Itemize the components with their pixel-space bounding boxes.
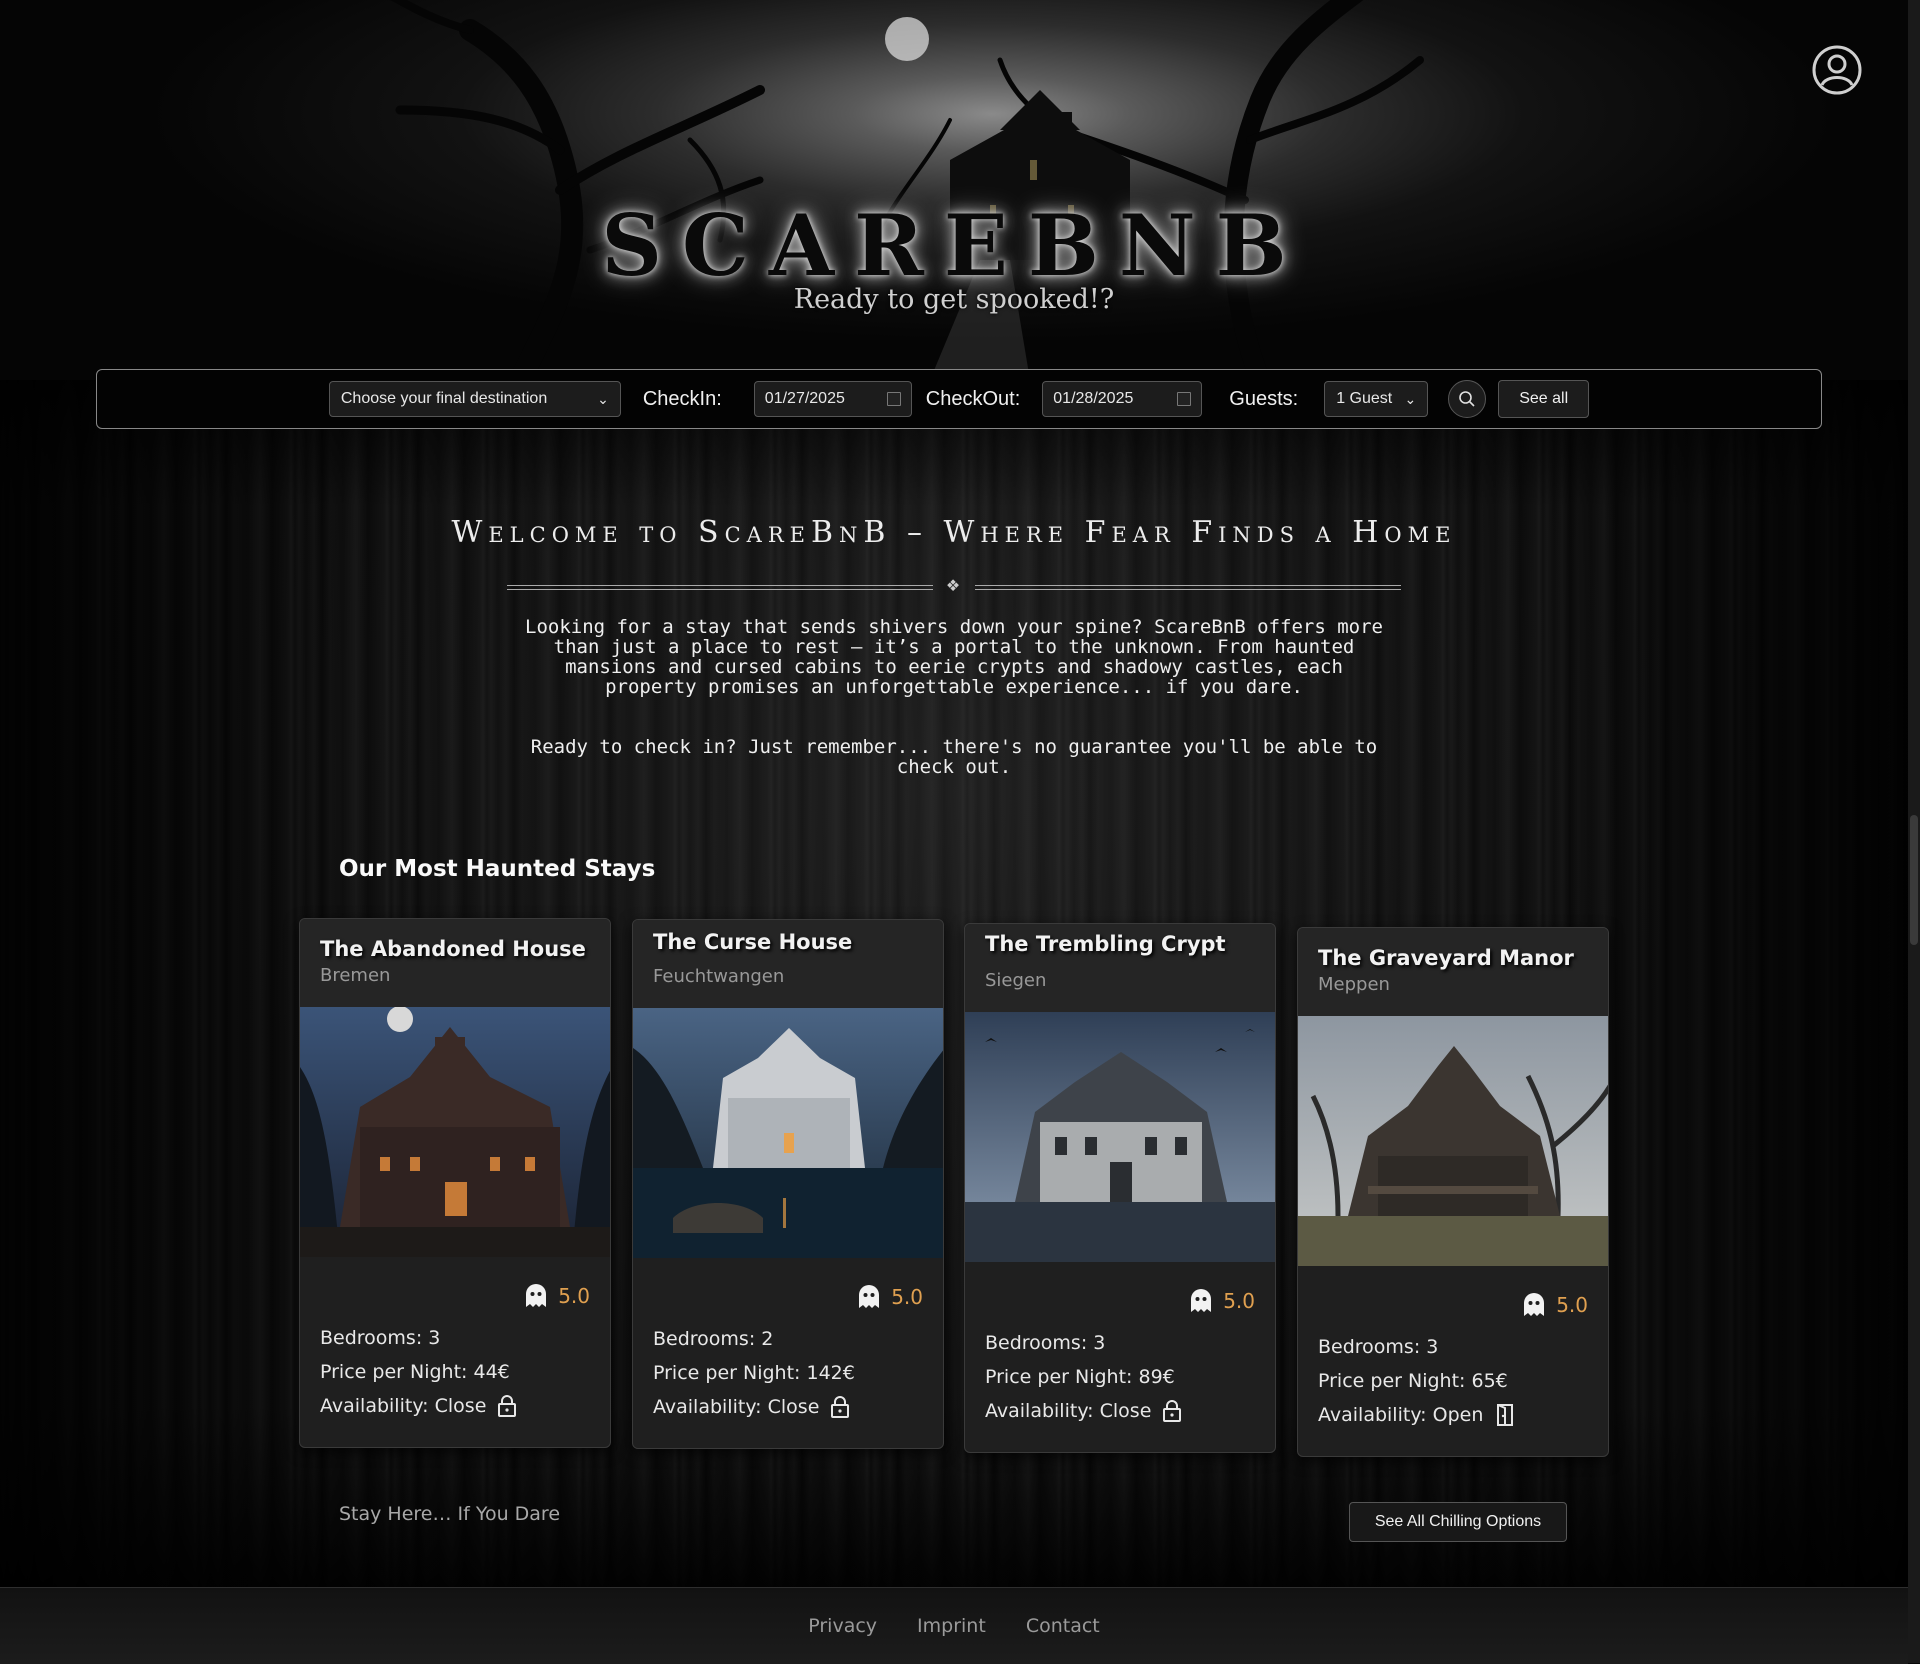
property-card[interactable]: The Abandoned House Bremen 5.0 Bedrooms:… — [299, 918, 611, 1448]
page-scrollbar[interactable] — [1908, 0, 1920, 1663]
rating: 5.0 — [1189, 1288, 1255, 1314]
availability: Availability: Close — [985, 1400, 1182, 1422]
search-bar: Choose your final destination ⌄ CheckIn:… — [96, 369, 1822, 429]
checkout-date-value: 01/28/2025 — [1053, 390, 1134, 407]
welcome-heading: Welcome to ScareBnB – Where Fear Finds a… — [451, 515, 1457, 550]
property-card[interactable]: The Graveyard Manor Meppen 5.0 Bedrooms:… — [1297, 927, 1609, 1457]
site-tagline: Ready to get spooked!? — [793, 284, 1115, 315]
price-per-night: Price per Night: 65€ — [1318, 1370, 1508, 1392]
scrollbar-thumb[interactable] — [1910, 815, 1918, 945]
bedrooms: Bedrooms: 3 — [320, 1327, 441, 1349]
checkout-date-field[interactable]: 01/28/2025 — [1042, 381, 1203, 417]
calendar-icon[interactable] — [1177, 392, 1192, 406]
destination-select-value: Choose your final destination — [340, 390, 548, 407]
haunted-forest-illustration — [390, 0, 1424, 380]
user-account-icon[interactable] — [1811, 44, 1863, 96]
availability-text: Availability: Open — [1318, 1404, 1484, 1426]
availability-text: Availability: Close — [985, 1400, 1152, 1422]
card-city: Siegen — [985, 970, 1047, 991]
availability: Availability: Close — [653, 1396, 850, 1418]
lock-icon — [498, 1395, 517, 1417]
site-logo: SCAREBNB — [601, 196, 1307, 295]
rating: 5.0 — [524, 1283, 590, 1309]
property-image[interactable] — [1298, 1016, 1609, 1266]
ornamental-divider: ❖ — [507, 576, 1401, 596]
open-door-icon — [1497, 1404, 1514, 1426]
price-per-night: Price per Night: 44€ — [320, 1361, 510, 1383]
footer-link-contact[interactable]: Contact — [1026, 1615, 1100, 1637]
checkin-date-value: 01/27/2025 — [764, 390, 845, 407]
card-city: Feuchtwangen — [653, 966, 785, 987]
see-all-button[interactable]: See all — [1498, 380, 1590, 418]
ghost-icon — [1524, 1293, 1545, 1316]
availability: Availability: Close — [320, 1395, 517, 1417]
property-image[interactable] — [633, 1008, 944, 1258]
card-header: The Trembling Crypt Siegen — [965, 924, 1275, 1012]
card-city: Meppen — [1318, 974, 1390, 995]
calendar-icon[interactable] — [886, 392, 901, 406]
card-title[interactable]: The Trembling Crypt — [985, 932, 1226, 956]
card-city: Bremen — [320, 965, 391, 986]
destination-select[interactable]: Choose your final destination ⌄ — [328, 381, 621, 417]
checkout-label: CheckOut: — [925, 387, 1021, 410]
paragraph-line: check out. — [896, 756, 1012, 778]
rating: 5.0 — [1522, 1292, 1588, 1318]
see-all-chilling-options-button[interactable]: See All Chilling Options — [1349, 1502, 1567, 1542]
paragraph-line: mansions and cursed cabins to eerie cryp… — [565, 656, 1343, 678]
footer-link-privacy[interactable]: Privacy — [808, 1615, 877, 1637]
availability-text: Availability: Close — [653, 1396, 820, 1418]
stays-tagline: Stay Here… If You Dare — [339, 1503, 561, 1525]
lock-icon — [1163, 1400, 1182, 1422]
card-header: The Graveyard Manor Meppen — [1298, 928, 1608, 1016]
availability: Availability: Open — [1318, 1404, 1515, 1426]
section-title: Our Most Haunted Stays — [339, 856, 656, 882]
footer: Privacy Imprint Contact — [0, 1587, 1908, 1664]
paragraph-line: than just a place to rest – it’s a porta… — [553, 636, 1355, 658]
availability-text: Availability: Close — [320, 1395, 487, 1417]
search-icon — [1459, 391, 1475, 407]
price-per-night: Price per Night: 142€ — [653, 1362, 855, 1384]
guests-label: Guests: — [1229, 387, 1299, 410]
property-card[interactable]: The Curse House Feuchtwangen 5.0 Bedroom… — [632, 919, 944, 1449]
guests-select[interactable]: 1 Guest ⌄ — [1324, 381, 1429, 417]
paragraph-line: property promises an unforgettable exper… — [605, 676, 1303, 698]
guests-select-value: 1 Guest — [1336, 390, 1393, 407]
checkin-label: CheckIn: — [642, 387, 722, 410]
paragraph-line: Ready to check in? Just remember... ther… — [530, 736, 1378, 758]
chevron-down-icon: ⌄ — [1404, 390, 1417, 407]
rating-value: 5.0 — [1223, 1289, 1255, 1313]
rating: 5.0 — [857, 1284, 923, 1310]
rating-value: 5.0 — [891, 1285, 923, 1309]
paragraph-line: Looking for a stay that sends shivers do… — [525, 616, 1383, 638]
search-button[interactable] — [1448, 380, 1487, 418]
checkin-date-field[interactable]: 01/27/2025 — [753, 381, 912, 417]
card-title[interactable]: The Graveyard Manor — [1318, 946, 1574, 970]
footer-link-imprint[interactable]: Imprint — [917, 1615, 986, 1637]
rating-value: 5.0 — [558, 1284, 590, 1308]
hero-banner — [0, 0, 1908, 380]
card-title[interactable]: The Curse House — [653, 930, 852, 954]
chevron-down-icon: ⌄ — [597, 390, 609, 407]
ghost-icon — [526, 1284, 547, 1307]
bedrooms: Bedrooms: 3 — [985, 1332, 1106, 1354]
card-title[interactable]: The Abandoned House — [320, 937, 586, 961]
card-header: The Curse House Feuchtwangen — [633, 920, 943, 1008]
card-header: The Abandoned House Bremen — [300, 919, 610, 1007]
property-image[interactable] — [300, 1007, 611, 1257]
price-per-night: Price per Night: 89€ — [985, 1366, 1175, 1388]
property-card[interactable]: The Trembling Crypt Siegen 5.0 Bedrooms:… — [964, 923, 1276, 1453]
diamond-ornament-icon: ❖ — [945, 576, 961, 595]
rating-value: 5.0 — [1556, 1293, 1588, 1317]
bedrooms: Bedrooms: 3 — [1318, 1336, 1439, 1358]
ghost-icon — [1191, 1289, 1212, 1312]
welcome-warning: Ready to check in? Just remember... ther… — [480, 737, 1428, 777]
bedrooms: Bedrooms: 2 — [653, 1328, 774, 1350]
property-image[interactable] — [965, 1012, 1276, 1262]
ghost-icon — [859, 1285, 880, 1308]
welcome-paragraph: Looking for a stay that sends shivers do… — [480, 617, 1428, 697]
lock-icon — [831, 1396, 850, 1418]
